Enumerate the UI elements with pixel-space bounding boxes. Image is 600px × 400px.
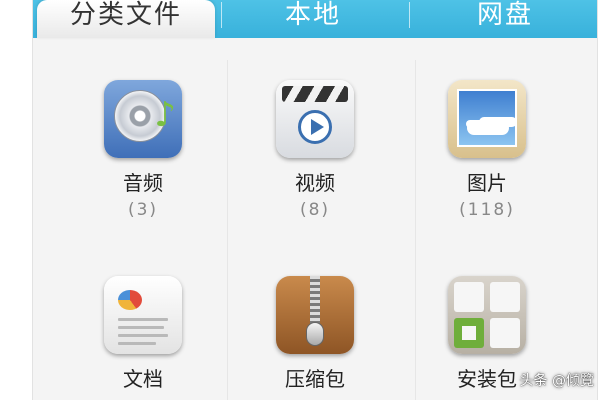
- video-clapper-icon: [276, 80, 354, 158]
- category-count: (3): [127, 200, 159, 220]
- category-label: 图片: [467, 171, 507, 195]
- category-label: 文档: [123, 367, 163, 391]
- document-icon: [104, 276, 182, 354]
- tab-bar: 分类文件 本地 网盘: [33, 0, 597, 38]
- category-count: (118): [459, 200, 515, 220]
- watermark: 头条 @倾覽: [519, 373, 594, 389]
- tab-categories[interactable]: 分类文件: [37, 0, 215, 38]
- package-icon: [448, 276, 526, 354]
- category-label: 视频: [295, 171, 335, 195]
- category-archives[interactable]: 压缩包: [225, 276, 405, 390]
- category-label: 压缩包: [285, 367, 345, 391]
- tab-local[interactable]: 本地: [223, 0, 403, 38]
- category-audio[interactable]: ♪ 音频 (3): [53, 80, 233, 220]
- file-manager-screen: 分类文件 本地 网盘 ♪ 音频 (3) 视频 (8) 图片 (118) 文档 压…: [32, 0, 598, 400]
- category-documents[interactable]: 文档: [53, 276, 233, 390]
- tab-divider: [221, 2, 222, 28]
- category-pictures[interactable]: 图片 (118): [397, 80, 577, 220]
- category-label: 音频: [123, 171, 163, 195]
- audio-cd-icon: ♪: [104, 80, 182, 158]
- tab-divider: [409, 2, 410, 28]
- tab-cloud-drive[interactable]: 网盘: [413, 0, 597, 38]
- zip-icon: [276, 276, 354, 354]
- category-video[interactable]: 视频 (8): [225, 80, 405, 220]
- category-count: (8): [299, 200, 331, 220]
- picture-icon: [448, 80, 526, 158]
